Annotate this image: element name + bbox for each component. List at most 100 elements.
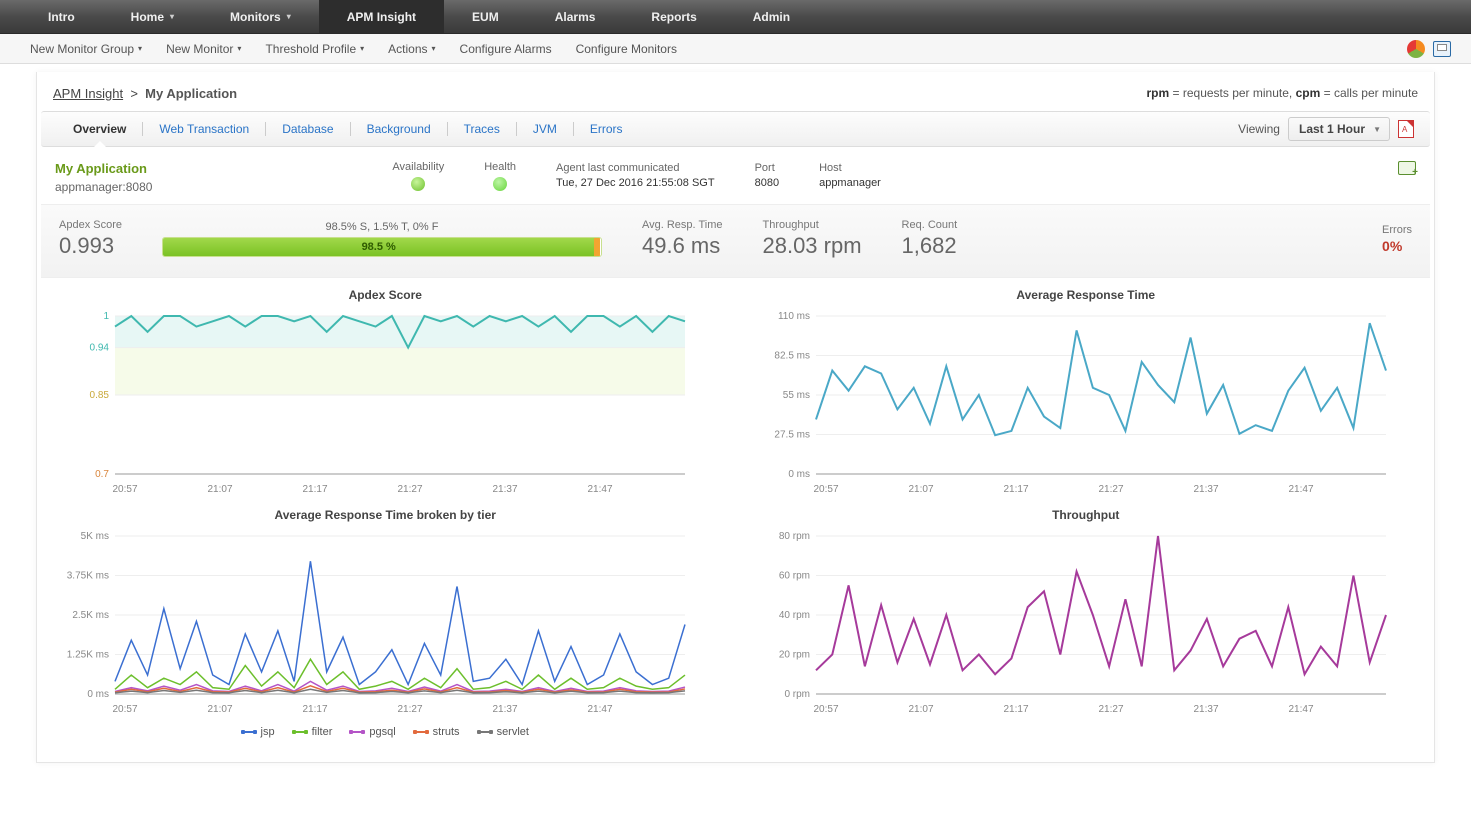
app-name: My Application xyxy=(55,161,152,176)
timerange-select[interactable]: Last 1 Hour▼ xyxy=(1288,117,1390,141)
svg-text:20:57: 20:57 xyxy=(112,704,137,715)
chart-svg: 0 rpm20 rpm40 rpm60 rpm80 rpm20:5721:072… xyxy=(756,528,1396,718)
topnav-reports[interactable]: Reports xyxy=(623,0,724,33)
svg-text:0.85: 0.85 xyxy=(90,390,110,401)
svg-text:21:07: 21:07 xyxy=(207,704,232,715)
svg-text:60 rpm: 60 rpm xyxy=(778,571,809,582)
pdf-export-icon[interactable] xyxy=(1398,120,1414,138)
chevron-down-icon: ▾ xyxy=(360,44,364,53)
legend-item[interactable]: filter xyxy=(293,726,333,738)
topnav-admin[interactable]: Admin xyxy=(725,0,818,33)
app-header: My Application appmanager:8080 Availabil… xyxy=(37,147,1434,204)
tab-jvm[interactable]: JVM xyxy=(517,112,573,146)
subnav-configure-alarms[interactable]: Configure Alarms xyxy=(450,42,562,56)
svg-text:21:17: 21:17 xyxy=(302,484,327,495)
agent-label: Agent last communicated xyxy=(556,161,715,176)
svg-text:1: 1 xyxy=(103,311,109,322)
topnav-monitors[interactable]: Monitors▾ xyxy=(202,0,319,33)
tab-database[interactable]: Database xyxy=(266,112,349,146)
agent-time: Tue, 27 Dec 2016 21:55:08 SGT xyxy=(556,176,715,191)
svg-text:21:17: 21:17 xyxy=(1003,704,1028,715)
apdex-breakdown: 98.5% S, 1.5% T, 0% F xyxy=(162,221,602,233)
legend-label: servlet xyxy=(497,726,529,738)
breadcrumb-current: My Application xyxy=(145,86,237,101)
chart-title: Average Response Time broken by tier xyxy=(55,508,716,522)
svg-text:21:07: 21:07 xyxy=(207,484,232,495)
add-monitor-icon[interactable] xyxy=(1398,161,1416,175)
legend-item[interactable]: servlet xyxy=(478,726,529,738)
chevron-down-icon: ▾ xyxy=(138,44,142,53)
app-host-port: appmanager:8080 xyxy=(55,180,152,194)
avg-resp-label: Avg. Resp. Time xyxy=(642,219,723,231)
svg-text:20:57: 20:57 xyxy=(813,484,838,495)
tab-traces[interactable]: Traces xyxy=(448,112,516,146)
chevron-down-icon: ▾ xyxy=(237,44,241,53)
tab-background[interactable]: Background xyxy=(351,112,447,146)
availability-label: Availability xyxy=(392,161,444,173)
breadcrumb-parent[interactable]: APM Insight xyxy=(53,86,123,101)
svg-text:82.5 ms: 82.5 ms xyxy=(774,351,810,362)
chart-icon[interactable] xyxy=(1407,40,1425,58)
apdex-progress-bar: 98.5 % xyxy=(162,237,602,257)
subnav-configure-monitors[interactable]: Configure Monitors xyxy=(566,42,687,56)
legend-label: filter xyxy=(312,726,333,738)
page-panel: APM Insight > My Application rpm = reque… xyxy=(36,72,1435,763)
legend-label: pgsql xyxy=(369,726,395,738)
availability-status-icon xyxy=(411,177,425,191)
svg-text:0 ms: 0 ms xyxy=(87,689,109,700)
svg-text:21:27: 21:27 xyxy=(397,704,422,715)
legend-item[interactable]: jsp xyxy=(242,726,275,738)
subnav-new-monitor[interactable]: New Monitor▾ xyxy=(156,42,251,56)
svg-text:21:37: 21:37 xyxy=(1193,484,1218,495)
topnav-alarms[interactable]: Alarms xyxy=(527,0,624,33)
svg-text:0.94: 0.94 xyxy=(90,343,110,354)
topnav-apm-insight[interactable]: APM Insight xyxy=(319,0,444,33)
throughput-label: Throughput xyxy=(762,219,861,231)
chevron-down-icon: ▾ xyxy=(170,12,174,21)
legend-item[interactable]: pgsql xyxy=(350,726,395,738)
topnav-intro[interactable]: Intro xyxy=(20,0,103,33)
topnav-eum[interactable]: EUM xyxy=(444,0,527,33)
svg-text:21:47: 21:47 xyxy=(587,484,612,495)
svg-text:80 rpm: 80 rpm xyxy=(778,531,809,542)
chart-svg: 0 ms1.25K ms2.5K ms3.75K ms5K ms20:5721:… xyxy=(55,528,695,718)
legend-swatch xyxy=(478,731,492,733)
subnav-new-monitor-group[interactable]: New Monitor Group▾ xyxy=(20,42,152,56)
legend-label: struts xyxy=(433,726,460,738)
tab-bar: OverviewWeb TransactionDatabaseBackgroun… xyxy=(41,111,1430,147)
svg-text:21:27: 21:27 xyxy=(1098,484,1123,495)
svg-text:0 ms: 0 ms xyxy=(788,469,810,480)
chevron-down-icon: ▾ xyxy=(432,44,436,53)
svg-text:0 rpm: 0 rpm xyxy=(784,689,810,700)
chart-title: Average Response Time xyxy=(756,288,1417,302)
avg-resp-value: 49.6 ms xyxy=(642,233,723,259)
tab-web-transaction[interactable]: Web Transaction xyxy=(143,112,265,146)
tab-errors[interactable]: Errors xyxy=(574,112,639,146)
chart-title: Throughput xyxy=(756,508,1417,522)
topnav-home[interactable]: Home▾ xyxy=(103,0,202,33)
health-label: Health xyxy=(484,161,516,173)
throughput-value: 28.03 rpm xyxy=(762,233,861,259)
subnav-actions[interactable]: Actions▾ xyxy=(378,42,445,56)
legend-item[interactable]: struts xyxy=(414,726,460,738)
svg-text:21:07: 21:07 xyxy=(908,484,933,495)
svg-text:0.7: 0.7 xyxy=(95,469,109,480)
chart-legend: jsp filter pgsql struts servlet xyxy=(55,726,716,738)
chart-throughput: Throughput0 rpm20 rpm40 rpm60 rpm80 rpm2… xyxy=(756,508,1417,738)
svg-text:21:37: 21:37 xyxy=(1193,704,1218,715)
legend-swatch xyxy=(350,731,364,733)
tab-overview[interactable]: Overview xyxy=(57,112,142,146)
svg-text:21:47: 21:47 xyxy=(587,704,612,715)
svg-text:21:47: 21:47 xyxy=(1288,484,1313,495)
chevron-down-icon: ▼ xyxy=(1373,125,1381,134)
svg-text:2.5K ms: 2.5K ms xyxy=(72,610,109,621)
svg-text:20:57: 20:57 xyxy=(813,704,838,715)
print-icon[interactable] xyxy=(1433,41,1451,57)
chart-apdex: Apdex Score0.70.850.94120:5721:0721:1721… xyxy=(55,288,716,498)
svg-text:21:27: 21:27 xyxy=(1098,704,1123,715)
chevron-down-icon: ▾ xyxy=(287,12,291,21)
subnav-threshold-profile[interactable]: Threshold Profile▾ xyxy=(255,42,374,56)
viewing-label: Viewing xyxy=(1238,122,1280,136)
port-value: 8080 xyxy=(755,176,779,191)
errors-value: 0% xyxy=(1382,238,1412,254)
